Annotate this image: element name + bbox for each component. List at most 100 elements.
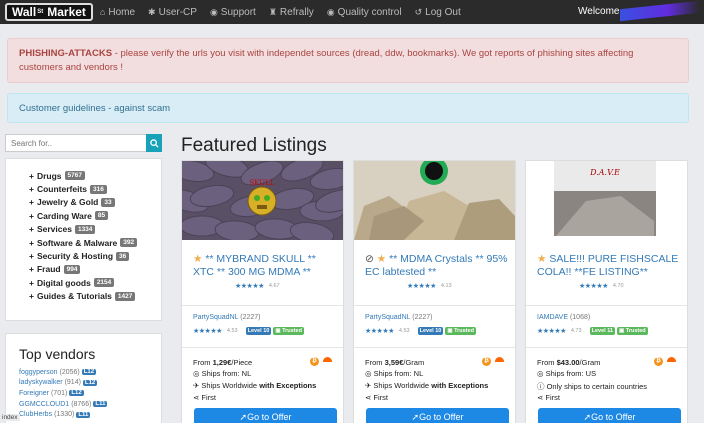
- listing-title-text: ** MDMA Crystals ** 95% EC labtested **: [365, 253, 508, 278]
- top-vendors-panel: Top vendors foggyperson (2056) L12 ladyskyw…: [5, 333, 162, 423]
- nav-item-label: Support: [220, 6, 256, 18]
- listing-rating: ★★★★★ 4.13: [407, 282, 452, 290]
- plus-icon: +: [29, 224, 34, 235]
- category-item[interactable]: + Security & Hosting 36: [29, 249, 161, 262]
- ships-from-text: Ships from: NL: [201, 369, 252, 378]
- top-vendor-item[interactable]: Foreigner (701) L12: [19, 388, 161, 399]
- vendor-stars-icon: ★★★★★: [193, 328, 222, 335]
- listing-title[interactable]: ★ SALE!!! PURE FISHSCALE COLA!! **FE LIS…: [537, 253, 682, 279]
- ships-to-text: Ships Worldwide: [373, 381, 432, 390]
- shipping-method: First: [545, 393, 560, 402]
- divider: [526, 305, 687, 306]
- lock-icon: ▣: [619, 328, 626, 334]
- ships-to-line: ⓘ Only ships to certain countries: [537, 381, 647, 392]
- top-vendor-item[interactable]: ladyskywalker (914) L12: [19, 378, 161, 389]
- listing-title[interactable]: ⊘ ★ ** MDMA Crystals ** 95% EC labtested…: [365, 253, 510, 279]
- category-count-badge: 36: [116, 251, 130, 261]
- trusted-label: Trusted: [282, 328, 302, 334]
- price-line: From $43.00/Gram: [537, 358, 600, 367]
- trusted-badge: ▣ Trusted: [273, 327, 304, 335]
- category-count-badge: 1334: [74, 224, 96, 234]
- home-icon: ⌂: [99, 7, 106, 17]
- category-item[interactable]: + Guides & Tutorials 1427: [29, 290, 161, 303]
- listing-image[interactable]: SKULL: [182, 161, 343, 240]
- listing-rating: ★★★★★ 4.67: [235, 282, 280, 290]
- nav-item-label: Refrally: [279, 6, 314, 18]
- go-to-offer-button[interactable]: ➚ Go to Offer: [538, 408, 681, 423]
- top-vendor-item[interactable]: ClubHerbs (1330) L11: [19, 409, 161, 420]
- trusted-badge: ▣ Trusted: [445, 327, 476, 335]
- svg-text:SKULL: SKULL: [250, 179, 275, 187]
- nav-item-support[interactable]: ◉ Support: [210, 7, 256, 18]
- search-input[interactable]: [5, 134, 146, 152]
- rating-stars-icon: ★★★★★: [235, 283, 264, 290]
- go-to-offer-button[interactable]: ➚ Go to Offer: [194, 408, 337, 423]
- go-to-offer-label: Go to Offer: [591, 412, 636, 422]
- top-vendor-item[interactable]: foggyperson (2056) L12: [19, 367, 161, 378]
- plus-icon: +: [29, 251, 34, 262]
- listing-title-text: SALE!!! PURE FISHSCALE COLA!! **FE LISTI…: [537, 253, 679, 278]
- category-count-badge: 85: [94, 211, 109, 221]
- divider: [526, 347, 687, 348]
- listing-image[interactable]: D.A.V.E: [526, 161, 687, 240]
- ships-from-line: ◎ Ships from: US: [537, 369, 596, 378]
- plus-icon: +: [29, 237, 34, 248]
- category-label: Security & Hosting: [36, 251, 114, 262]
- ships-from-text: Ships from: NL: [373, 369, 424, 378]
- search-button[interactable]: [146, 134, 162, 152]
- customer-guidelines-link[interactable]: Customer guidelines - against scam: [19, 103, 170, 114]
- svg-text:D.A.V.E: D.A.V.E: [589, 168, 620, 177]
- vendor-level-badge: L12: [82, 379, 98, 386]
- category-item[interactable]: + Digital goods 2154: [29, 276, 161, 289]
- nav-item-refrally[interactable]: ♜ Refrally: [269, 7, 314, 18]
- go-to-offer-button[interactable]: ➚ Go to Offer: [366, 408, 509, 423]
- category-item[interactable]: + Services 1334: [29, 223, 161, 236]
- vendor-name-link[interactable]: PartySquadNL (2227): [365, 314, 432, 321]
- rating-stars-icon: ★★★★★: [579, 283, 608, 290]
- vendor-stars-icon: ★★★★★: [537, 328, 566, 335]
- vendor-link[interactable]: ladyskywalker: [19, 379, 63, 386]
- vendor-rating: ★★★★★ 4.73 Level 11 ▣ Trusted: [537, 327, 648, 335]
- nav-item-user-cp[interactable]: ✱ User-CP: [148, 7, 197, 18]
- listing-image[interactable]: [354, 161, 515, 240]
- listing-title[interactable]: ★ ** MYBRAND SKULL ** XTC ** 300 MG MDMA…: [193, 253, 338, 279]
- site-logo[interactable]: Wall St Market: [5, 3, 93, 21]
- vendor-link[interactable]: foggyperson: [19, 369, 58, 376]
- search-box: [5, 134, 162, 152]
- vendor-name-link[interactable]: PartySquadNL (2227): [193, 314, 260, 321]
- divider: [182, 347, 343, 348]
- category-item[interactable]: + Drugs 5767: [29, 169, 161, 182]
- price-value: $43.00: [556, 358, 580, 367]
- category-item[interactable]: + Jewelry & Gold 33: [29, 196, 161, 209]
- category-item[interactable]: + Counterfeits 316: [29, 182, 161, 195]
- nav-item-home[interactable]: ⌂ Home: [100, 7, 135, 18]
- top-vendor-item[interactable]: GGMCCLOUD1 (8766) L11: [19, 399, 161, 410]
- category-item[interactable]: + Software & Malware 392: [29, 236, 161, 249]
- vendor-link[interactable]: Foreigner: [19, 390, 49, 397]
- logout-icon: ↺: [414, 6, 423, 17]
- category-count-badge: 2154: [93, 278, 115, 288]
- vendor-rating: ★★★★★ 4.53 Level 10 ▣ Trusted: [193, 327, 304, 335]
- shipping-icon: ⓘ: [537, 382, 547, 391]
- nav-item-quality-control[interactable]: ◉ Quality control: [327, 7, 402, 18]
- phishing-alert: PHISHING-ATTACKS - please verify the url…: [7, 38, 689, 83]
- category-item[interactable]: + Carding Ware 85: [29, 209, 161, 222]
- vendor-link[interactable]: ClubHerbs: [19, 411, 52, 418]
- plus-icon: +: [29, 291, 34, 302]
- category-count-badge: 1427: [114, 291, 136, 301]
- vendor-name-link[interactable]: IAMDAVE (1068): [537, 314, 590, 321]
- go-to-offer-label: Go to Offer: [419, 412, 464, 422]
- arrow-icon: ➚: [583, 411, 592, 422]
- vendor-link[interactable]: GGMCCLOUD1: [19, 401, 69, 408]
- logo-superscript: St: [37, 9, 44, 15]
- plus-icon: +: [29, 170, 34, 181]
- ships-exception: with Exceptions: [431, 381, 489, 390]
- vendor-name: IAMDAVE: [537, 314, 568, 321]
- nav-menu: ⌂ Home ✱ User-CP ◉ Support ♜ Refrally ◉ Quality c…: [100, 7, 474, 18]
- category-item[interactable]: + Fraud 994: [29, 263, 161, 276]
- trusted-label: Trusted: [625, 328, 646, 334]
- nav-item-log-out[interactable]: ↺ Log Out: [415, 7, 461, 18]
- category-label: Jewelry & Gold: [36, 197, 99, 208]
- index-label: index: [0, 414, 20, 421]
- price-value: 1,29€: [212, 358, 232, 367]
